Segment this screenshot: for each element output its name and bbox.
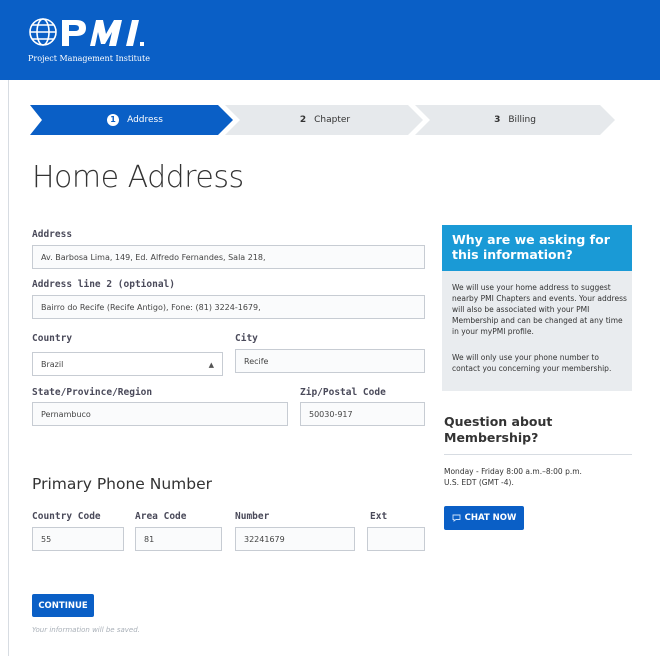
pmi-logo-mark xyxy=(29,18,144,46)
country-code-input[interactable]: 55 xyxy=(32,527,124,551)
info-box: Why are we asking for this information? … xyxy=(442,225,632,391)
logo-subtitle: Project Management Institute xyxy=(28,54,150,63)
zip-input[interactable]: 50030-917 xyxy=(300,402,425,426)
step-label: Chapter xyxy=(314,115,351,125)
chat-icon xyxy=(452,514,461,522)
support-hours: Monday - Friday 8:00 a.m.–8:00 p.m. U.S.… xyxy=(444,466,634,488)
country-label: Country xyxy=(32,333,73,344)
step-number: 1 xyxy=(107,114,120,126)
sidebar-divider xyxy=(444,454,632,455)
progress-steps: 1 Address 2 Chapter 3 Billing xyxy=(30,105,615,135)
info-title: Why are we asking for this information? xyxy=(442,225,632,271)
pmi-logo[interactable]: Project Management Institute xyxy=(28,14,188,66)
chat-now-label: CHAT NOW xyxy=(464,513,517,523)
address-label: Address xyxy=(32,229,73,240)
info-paragraph-address: We will use your home address to suggest… xyxy=(452,283,627,336)
step-label: Billing xyxy=(508,115,536,125)
step-number: 2 xyxy=(299,115,307,125)
ext-label: Ext xyxy=(370,511,388,522)
zip-label: Zip/Postal Code xyxy=(300,387,386,398)
area-code-input[interactable]: 81 xyxy=(135,527,222,551)
saved-note: Your information will be saved. xyxy=(32,626,140,634)
address2-label: Address line 2 (optional) xyxy=(32,279,175,290)
area-code-label: Area Code xyxy=(135,511,187,522)
city-input[interactable]: Recife xyxy=(235,349,425,373)
step-number: 3 xyxy=(494,115,501,125)
question-title: Question about Membership? xyxy=(444,414,553,445)
step-address[interactable]: 1 Address xyxy=(50,105,220,135)
address-input[interactable]: Av. Barbosa Lima, 149, Ed. Alfredo Ferna… xyxy=(32,245,425,269)
city-label: City xyxy=(235,333,258,344)
step-label: Address xyxy=(127,115,163,125)
chat-now-button[interactable]: CHAT NOW xyxy=(444,506,524,530)
site-header: Project Management Institute xyxy=(0,0,660,80)
info-paragraph-phone: We will only use your phone number to co… xyxy=(452,353,612,373)
page-title: Home Address xyxy=(32,160,244,195)
country-code-label: Country Code xyxy=(32,511,101,522)
country-value: Brazil xyxy=(41,359,64,369)
step-chapter[interactable]: 2 Chapter xyxy=(240,105,410,135)
ext-input[interactable] xyxy=(367,527,425,551)
phone-section-title: Primary Phone Number xyxy=(32,475,213,493)
hours-line-1: Monday - Friday 8:00 a.m.–8:00 p.m. xyxy=(444,467,582,476)
state-input[interactable]: Pernambuco xyxy=(32,402,288,426)
number-input[interactable]: 32241679 xyxy=(235,527,355,551)
country-select[interactable]: Brazil ▲ xyxy=(32,352,223,376)
hours-line-2: U.S. EDT (GMT -4). xyxy=(444,478,514,487)
address2-input[interactable]: Bairro do Recife (Recife Antigo), Fone: … xyxy=(32,295,425,319)
state-label: State/Province/Region xyxy=(32,387,153,398)
number-label: Number xyxy=(235,511,270,522)
step-billing[interactable]: 3 Billing xyxy=(430,105,600,135)
select-arrows-icon: ▲ xyxy=(208,361,214,369)
continue-button[interactable]: CONTINUE xyxy=(32,594,94,617)
